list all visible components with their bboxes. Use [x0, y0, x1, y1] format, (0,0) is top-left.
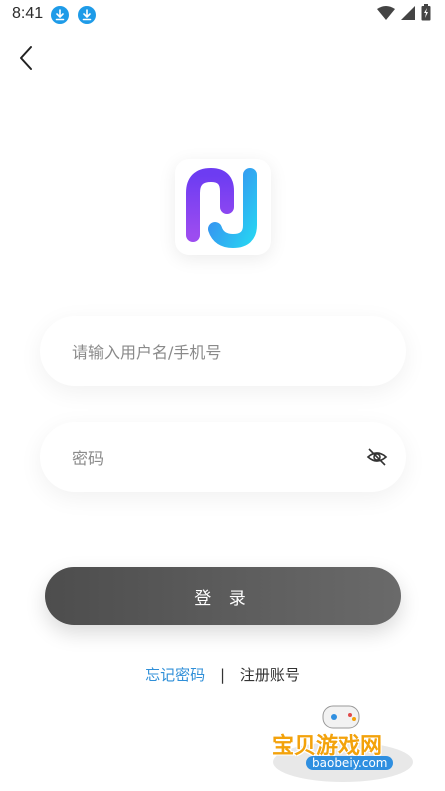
- download-icon: [78, 6, 96, 24]
- link-separator: |: [219, 666, 226, 684]
- battery-icon: [421, 3, 431, 25]
- system-icons: [377, 3, 431, 25]
- username-field[interactable]: [40, 316, 406, 388]
- app-logo: [175, 159, 271, 255]
- username-input[interactable]: [70, 316, 364, 388]
- status-bar: 8:41: [0, 0, 445, 30]
- login-button[interactable]: 登 录: [45, 567, 401, 625]
- download-icon: [51, 6, 69, 24]
- eye-off-icon[interactable]: [366, 446, 388, 468]
- status-time: 8:41: [12, 5, 44, 22]
- password-input[interactable]: [70, 422, 364, 494]
- watermark: 宝贝游戏网 baobeiy.com: [268, 700, 418, 785]
- wifi-icon: [377, 5, 395, 24]
- back-button[interactable]: [14, 44, 40, 72]
- auth-links: 忘记密码 | 注册账号: [0, 664, 445, 685]
- forgot-password-link[interactable]: 忘记密码: [145, 666, 205, 684]
- signal-icon: [401, 5, 415, 24]
- app-logo-icon: [186, 167, 257, 249]
- password-field[interactable]: [40, 422, 406, 494]
- chevron-left-icon: [20, 46, 32, 70]
- watermark-url: baobeiy.com: [306, 756, 394, 770]
- register-link[interactable]: 注册账号: [240, 666, 300, 684]
